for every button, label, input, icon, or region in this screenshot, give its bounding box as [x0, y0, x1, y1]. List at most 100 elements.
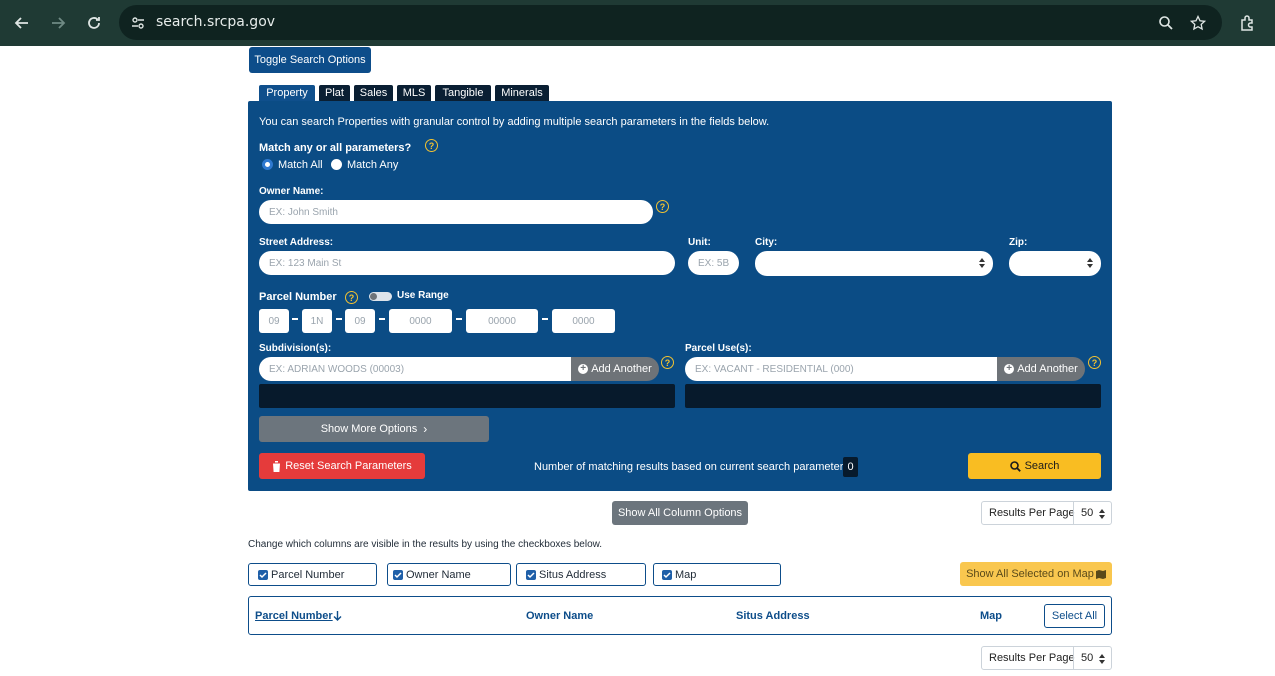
unit-input[interactable]: EX: 5B	[688, 251, 739, 275]
city-select[interactable]	[755, 251, 993, 276]
subdivision-selected-list	[259, 384, 675, 408]
column-checkbox-situs-address[interactable]: Situs Address	[516, 563, 646, 586]
select-arrows-icon	[1099, 509, 1105, 519]
reset-label: Reset Search Parameters	[285, 460, 412, 472]
header-parcel-number[interactable]: Parcel Number	[255, 610, 333, 622]
tab-plat[interactable]: Plat	[319, 85, 350, 101]
match-any-radio[interactable]	[331, 159, 342, 170]
show-on-map-button[interactable]: Show All Selected on Map	[960, 562, 1112, 586]
search-icon	[1009, 460, 1021, 472]
parcel-segment-4[interactable]: 0000	[389, 309, 452, 333]
parcel-use-label: Parcel Use(s):	[685, 343, 752, 354]
parcel-segment-5[interactable]: 00000	[466, 309, 538, 333]
divider	[1073, 647, 1074, 669]
parcel-use-input[interactable]: EX: VACANT - RESIDENTIAL (000)	[685, 357, 997, 381]
match-all-label: Match All	[278, 159, 323, 171]
tab-mls[interactable]: MLS	[397, 85, 431, 101]
select-all-button[interactable]: Select All	[1044, 604, 1105, 628]
plus-icon: +	[578, 364, 589, 374]
unit-label: Unit:	[688, 237, 711, 248]
parcel-use-help-icon[interactable]: ?	[1088, 356, 1101, 369]
parcel-segment-2[interactable]: 1N	[302, 309, 332, 333]
checkbox-label: Owner Name	[406, 569, 471, 581]
results-per-page-bottom: Results Per Page 50	[981, 646, 1112, 670]
checkbox-label: Parcel Number	[271, 569, 345, 581]
show-all-column-options-button[interactable]: Show All Column Options	[612, 501, 748, 525]
street-address-label: Street Address:	[259, 237, 334, 248]
tab-tangible[interactable]: Tangible	[435, 85, 491, 101]
tab-sales[interactable]: Sales	[354, 85, 393, 101]
sort-down-arrow-icon[interactable]	[333, 611, 342, 621]
show-more-options-button[interactable]: Show More Options ›	[259, 416, 489, 442]
reset-search-button[interactable]: Reset Search Parameters	[259, 453, 425, 479]
select-arrows-icon	[979, 258, 985, 268]
site-settings-icon[interactable]	[127, 12, 149, 34]
checkbox-label: Situs Address	[539, 569, 607, 581]
parcel-segment-3[interactable]: 09	[345, 309, 375, 333]
chevron-right-icon: ›	[423, 422, 428, 436]
select-arrows-icon	[1099, 654, 1105, 664]
tab-minerals[interactable]: Minerals	[495, 85, 549, 101]
header-map[interactable]: Map	[980, 610, 1002, 622]
toggle-knob	[370, 293, 377, 300]
checkbox-label: Map	[675, 569, 697, 581]
column-checkbox-parcel-number[interactable]: Parcel Number	[248, 563, 377, 586]
column-checkbox-owner-name[interactable]: Owner Name	[387, 563, 511, 586]
reload-icon[interactable]	[82, 11, 106, 35]
parcel-segment-1[interactable]: 09	[259, 309, 289, 333]
parcel-dash	[379, 318, 385, 320]
column-checkbox-map[interactable]: Map	[653, 563, 781, 586]
owner-name-input[interactable]: EX: John Smith	[259, 200, 653, 224]
show-on-map-label: Show All Selected on Map	[966, 568, 1094, 580]
subdivision-label: Subdivision(s):	[259, 343, 332, 354]
parcel-dash	[336, 318, 342, 320]
parcel-dash	[456, 318, 462, 320]
header-situs-address[interactable]: Situs Address	[736, 610, 810, 622]
city-label: City:	[755, 237, 778, 248]
map-icon	[1095, 569, 1106, 579]
match-label: Match any or all parameters?	[259, 142, 412, 154]
parcel-dash	[292, 318, 298, 320]
select-arrows-icon	[1087, 258, 1093, 268]
toggle-search-options-button[interactable]: Toggle Search Options	[249, 47, 371, 73]
zoom-icon[interactable]	[1155, 12, 1177, 34]
zip-select[interactable]	[1009, 251, 1101, 276]
subdivision-add-button[interactable]: + Add Another	[571, 357, 659, 381]
parcel-use-add-button[interactable]: + Add Another	[997, 357, 1085, 381]
match-help-icon[interactable]: ?	[425, 139, 438, 152]
zip-label: Zip:	[1009, 237, 1028, 248]
use-range-toggle[interactable]	[369, 292, 392, 301]
match-any-label: Match Any	[347, 159, 399, 171]
parcel-segment-6[interactable]: 0000	[552, 309, 615, 333]
search-label: Search	[1024, 460, 1060, 472]
checkbox-checked-icon	[526, 570, 536, 580]
owner-name-label: Owner Name:	[259, 186, 324, 197]
results-count-badge: 0	[843, 457, 858, 477]
owner-help-icon[interactable]: ?	[656, 200, 669, 213]
header-owner-name[interactable]: Owner Name	[526, 610, 593, 622]
checkbox-checked-icon	[258, 570, 268, 580]
checkbox-checked-icon	[393, 570, 403, 580]
panel-intro: You can search Properties with granular …	[259, 116, 770, 128]
trash-icon	[272, 460, 282, 472]
results-count-text: Number of matching results based on curr…	[534, 461, 852, 473]
tab-property[interactable]: Property	[259, 85, 315, 101]
use-range-label: Use Range	[397, 290, 449, 301]
forward-icon[interactable]	[46, 11, 70, 35]
match-all-radio[interactable]	[262, 159, 273, 170]
results-per-page-top: Results Per Page 50	[981, 501, 1112, 525]
back-icon[interactable]	[10, 11, 34, 35]
subdivision-help-icon[interactable]: ?	[661, 356, 674, 369]
search-button[interactable]: Search	[968, 453, 1101, 479]
subdivision-input[interactable]: EX: ADRIAN WOODS (00003)	[259, 357, 571, 381]
results-per-page-label: Results Per Page	[989, 507, 1075, 519]
results-per-page-select[interactable]: 50	[1081, 507, 1093, 519]
address-bar[interactable]: search.srcpa.gov	[119, 5, 1222, 40]
results-table-header: Parcel Number Owner Name Situs Address M…	[248, 596, 1112, 635]
extensions-icon[interactable]	[1236, 11, 1260, 35]
street-address-input[interactable]: EX: 123 Main St	[259, 251, 675, 275]
parcel-number-label: Parcel Number	[259, 291, 337, 303]
results-per-page-select[interactable]: 50	[1081, 652, 1093, 664]
parcel-help-icon[interactable]: ?	[345, 291, 358, 304]
bookmark-star-icon[interactable]	[1187, 12, 1209, 34]
